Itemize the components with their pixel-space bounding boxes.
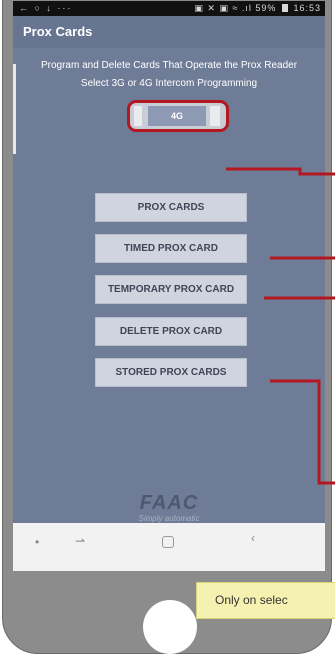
app-title-bar: Prox Cards — [13, 16, 325, 48]
stored-prox-cards-button[interactable]: STORED PROX CARDS — [95, 358, 247, 387]
status-right: ▣ ✕ ▣ ≈ .ıl 59% 16:53 — [194, 1, 321, 16]
selector-instruction: Select 3G or 4G Intercom Programming — [80, 78, 258, 89]
selector-left-segment[interactable] — [134, 106, 142, 126]
faac-tagline: Simply automatic — [138, 514, 200, 523]
status-left-icons: ← ○ ↓ ··· — [19, 3, 73, 13]
faac-logo: FAAC — [139, 492, 199, 514]
status-bar: ← ○ ↓ ··· ▣ ✕ ▣ ≈ .ıl 59% 16:53 — [13, 1, 325, 16]
stage: ← ○ ↓ ··· ▣ ✕ ▣ ≈ .ıl 59% 16:53 Prox Car… — [0, 0, 335, 655]
phone-home-button[interactable] — [143, 600, 197, 654]
selector-right-segment[interactable] — [210, 106, 220, 126]
status-right-icons: ▣ ✕ ▣ ≈ .ıl — [194, 3, 252, 13]
nav-dot-icon[interactable]: • — [35, 535, 39, 549]
phone-frame: ← ○ ↓ ··· ▣ ✕ ▣ ≈ .ıl 59% 16:53 Prox Car… — [2, 0, 332, 654]
delete-prox-card-button[interactable]: DELETE PROX CARD — [95, 317, 247, 346]
phone-screen: ← ○ ↓ ··· ▣ ✕ ▣ ≈ .ıl 59% 16:53 Prox Car… — [13, 1, 325, 571]
page-description: Program and Delete Cards That Operate th… — [40, 60, 298, 71]
back-icon[interactable]: ‹ — [251, 531, 255, 545]
selector-value-4g[interactable]: 4G — [148, 106, 206, 126]
intercom-version-selector[interactable]: 4G — [127, 100, 229, 132]
app-content[interactable]: Program and Delete Cards That Operate th… — [13, 48, 325, 523]
android-nav-bar: • ⇀ ‹ — [13, 523, 325, 571]
annotation-callout: Only on selec — [196, 582, 335, 619]
recent-apps-icon[interactable]: ⇀ — [75, 534, 85, 548]
page-title: Prox Cards — [23, 24, 93, 39]
prox-cards-button[interactable]: PROX CARDS — [95, 193, 247, 222]
temporary-prox-card-button[interactable]: TEMPORARY PROX CARD — [95, 275, 247, 304]
battery-level: 59% — [255, 3, 277, 13]
timed-prox-card-button[interactable]: TIMED PROX CARD — [95, 234, 247, 263]
status-time: 16:53 — [293, 3, 321, 13]
home-square-icon[interactable] — [162, 536, 174, 548]
battery-icon — [281, 4, 288, 12]
